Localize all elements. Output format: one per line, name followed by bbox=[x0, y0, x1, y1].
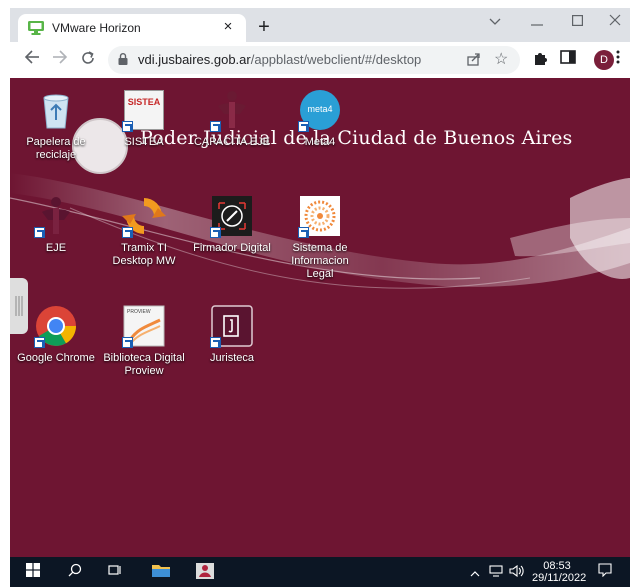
icon-label: EJE bbox=[45, 242, 67, 254]
firmador-digital-icon bbox=[210, 194, 254, 238]
sistema-informacion-legal-icon bbox=[298, 194, 342, 238]
browser-window: VMware Horizon × + vdi.jusbaires.gob.ar/… bbox=[10, 8, 630, 587]
shortcut-arrow-icon bbox=[298, 121, 309, 132]
meta4-logo-text: meta4 bbox=[307, 104, 333, 114]
maximize-button[interactable] bbox=[562, 10, 592, 34]
taskbar-clock[interactable]: 08:53 29/11/2022 bbox=[532, 560, 587, 584]
show-hidden-icons-chevron-icon[interactable] bbox=[468, 563, 482, 581]
desktop-icon-meta4[interactable]: meta4 Meta4 bbox=[278, 88, 362, 149]
shortcut-arrow-icon bbox=[210, 121, 221, 132]
url-host: vdi.jusbaires.gob.ar bbox=[138, 52, 251, 67]
task-view-icon[interactable] bbox=[106, 563, 124, 581]
recycle-bin-icon bbox=[34, 88, 78, 132]
eje-icon bbox=[34, 194, 78, 238]
meta4-icon: meta4 bbox=[298, 88, 342, 132]
desktop-icon-sistema-informacion-legal[interactable]: Sistema de Informacion Legal bbox=[278, 194, 362, 281]
icon-label: Meta4 bbox=[304, 136, 336, 148]
back-button[interactable] bbox=[22, 50, 42, 70]
icon-label: Sistema de Informacion Legal bbox=[291, 242, 349, 280]
windows-taskbar: 08:53 29/11/2022 bbox=[10, 557, 630, 587]
capacita-eje-icon bbox=[210, 88, 254, 132]
clock-date: 29/11/2022 bbox=[532, 572, 587, 584]
minimize-button[interactable] bbox=[522, 10, 552, 34]
shortcut-arrow-icon bbox=[122, 121, 133, 132]
extensions-puzzle-icon[interactable] bbox=[530, 50, 550, 70]
juristeca-icon bbox=[210, 304, 254, 348]
shortcut-arrow-icon bbox=[122, 227, 133, 238]
search-icon[interactable] bbox=[66, 563, 84, 581]
forward-button[interactable] bbox=[50, 50, 70, 70]
icon-label: Tramix TI Desktop MW bbox=[112, 242, 176, 267]
share-icon[interactable] bbox=[466, 51, 482, 67]
shortcut-arrow-icon bbox=[298, 227, 309, 238]
tab-title: VMware Horizon bbox=[52, 21, 141, 35]
eje-taskbar-icon[interactable] bbox=[194, 563, 216, 581]
sistea-icon: SISTEA bbox=[122, 88, 166, 132]
horizon-sidebar-handle[interactable] bbox=[10, 278, 28, 334]
tramix-icon bbox=[122, 194, 166, 238]
proview-logo-text: PROVIEW bbox=[127, 309, 151, 315]
file-explorer-icon[interactable] bbox=[150, 563, 172, 581]
icon-label: Firmador Digital bbox=[193, 242, 271, 254]
sistea-logo-text: SISTEA bbox=[127, 97, 161, 107]
icon-label: SISTEA bbox=[124, 136, 164, 148]
close-window-button[interactable] bbox=[600, 10, 630, 34]
volume-icon[interactable] bbox=[508, 563, 526, 581]
side-panel-icon[interactable] bbox=[558, 50, 578, 70]
desktop-icon-recycle-bin[interactable]: Papelera de reciclaje bbox=[14, 88, 98, 162]
icon-label: Biblioteca Digital Proview bbox=[103, 352, 185, 377]
url-text[interactable]: vdi.jusbaires.gob.ar/appblast/webclient/… bbox=[138, 52, 421, 67]
network-icon[interactable] bbox=[488, 563, 504, 581]
shortcut-arrow-icon bbox=[34, 337, 45, 348]
shortcut-arrow-icon bbox=[210, 337, 221, 348]
tab-vmware-horizon[interactable]: VMware Horizon × bbox=[18, 14, 246, 42]
tab-strip: VMware Horizon × + bbox=[10, 8, 630, 42]
clock-time: 08:53 bbox=[543, 560, 571, 572]
browser-toolbar: vdi.jusbaires.gob.ar/appblast/webclient/… bbox=[10, 42, 630, 78]
shortcut-arrow-icon bbox=[210, 227, 221, 238]
shortcut-arrow-icon bbox=[122, 337, 133, 348]
desktop-icon-sistea[interactable]: SISTEA SISTEA bbox=[102, 88, 186, 149]
reload-button[interactable] bbox=[78, 50, 98, 70]
desktop-icon-capacita-eje[interactable]: CAPACITA EJE bbox=[190, 88, 274, 149]
icon-label: Papelera de reciclaje bbox=[26, 136, 86, 161]
desktop-icon-tramix[interactable]: Tramix TI Desktop MW bbox=[102, 194, 186, 268]
desktop-icon-juristeca[interactable]: Juristeca bbox=[190, 304, 274, 365]
browser-menu-icon[interactable] bbox=[608, 50, 628, 70]
chrome-icon bbox=[34, 304, 78, 348]
icon-label: Juristeca bbox=[209, 352, 255, 364]
address-bar[interactable]: vdi.jusbaires.gob.ar/appblast/webclient/… bbox=[108, 46, 520, 74]
desktop-icon-biblioteca-digital-proview[interactable]: PROVIEW Biblioteca Digital Proview bbox=[102, 304, 186, 378]
vmware-horizon-icon bbox=[28, 21, 44, 35]
bookmark-star-icon[interactable]: ☆ bbox=[494, 49, 508, 69]
tab-search-chevron-icon[interactable] bbox=[480, 10, 510, 34]
proview-icon: PROVIEW bbox=[122, 304, 166, 348]
lock-icon bbox=[118, 53, 128, 65]
icon-label: Google Chrome bbox=[17, 352, 95, 364]
icon-label: CAPACITA EJE bbox=[193, 136, 270, 148]
windows-start-icon[interactable] bbox=[24, 563, 42, 581]
new-tab-button[interactable]: + bbox=[254, 17, 274, 38]
desktop-icon-firmador-digital[interactable]: Firmador Digital bbox=[190, 194, 274, 255]
tab-close-button[interactable]: × bbox=[218, 17, 238, 37]
shortcut-arrow-icon bbox=[34, 227, 45, 238]
remote-desktop[interactable]: Poder Judicial de la Ciudad de Buenos Ai… bbox=[10, 78, 630, 557]
notifications-icon[interactable] bbox=[596, 563, 614, 581]
url-path: /appblast/webclient/#/desktop bbox=[250, 52, 422, 67]
desktop-icon-eje[interactable]: EJE bbox=[14, 194, 98, 255]
